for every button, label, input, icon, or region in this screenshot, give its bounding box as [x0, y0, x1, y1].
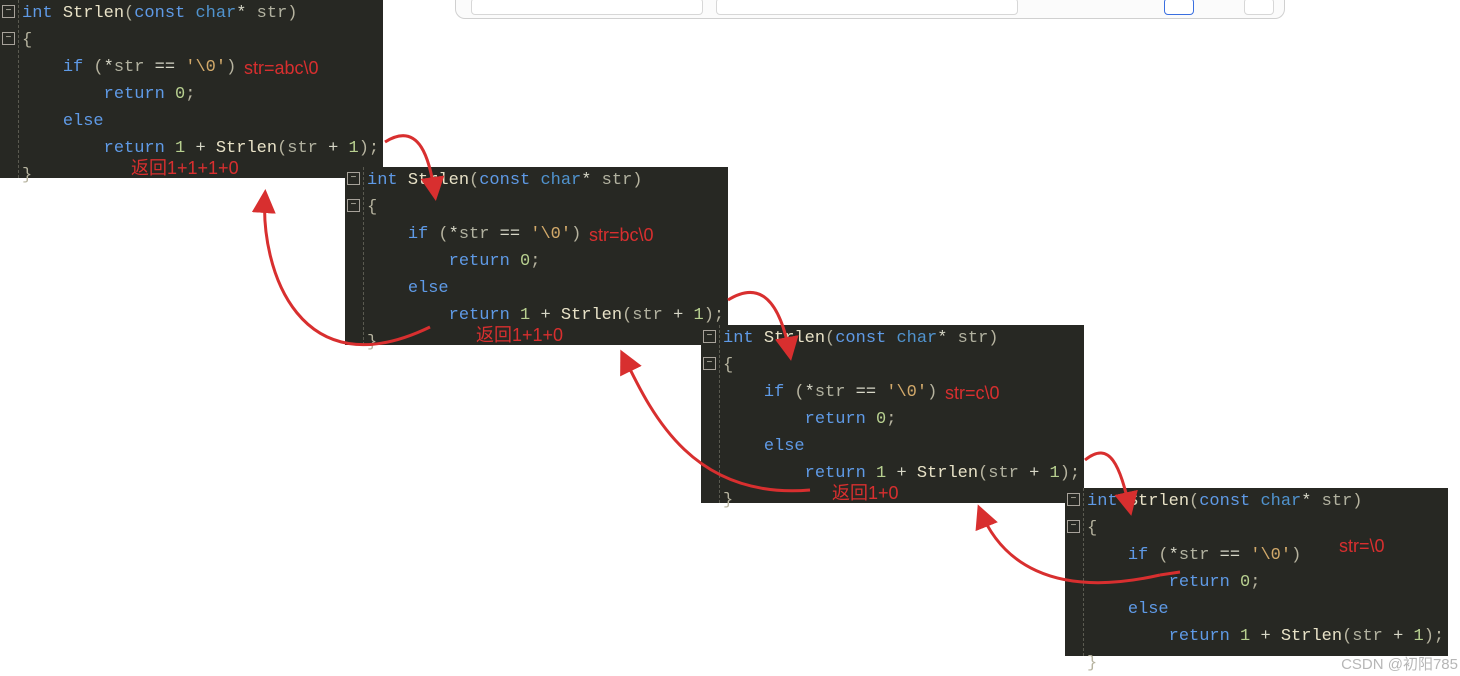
annotation-state: str=abc\0 — [244, 55, 319, 82]
fold-icon[interactable]: − — [2, 32, 15, 45]
toolbar-button[interactable] — [1164, 0, 1194, 15]
fold-icon[interactable]: − — [703, 330, 716, 343]
gutter — [701, 325, 720, 503]
toolbar-button[interactable] — [1244, 0, 1274, 15]
gutter — [345, 167, 364, 345]
annotation-return: 返回1+1+1+0 — [131, 155, 239, 182]
code-panel-1: −−int Strlen(const char* str) { if (*str… — [0, 0, 383, 178]
fold-icon[interactable]: − — [1067, 493, 1080, 506]
code-panel-2: −−int Strlen(const char* str) { if (*str… — [345, 167, 728, 345]
fold-icon[interactable]: − — [347, 172, 360, 185]
fold-icon[interactable]: − — [347, 199, 360, 212]
annotation-state: str=bc\0 — [589, 222, 654, 249]
code-body: int Strlen(const char* str) { if (*str =… — [1065, 488, 1448, 676]
annotation-return: 返回1+1+0 — [476, 322, 563, 349]
annotation-state: str=c\0 — [945, 380, 1000, 407]
annotation-return: 返回1+0 — [832, 480, 899, 507]
toolbar-segment[interactable] — [471, 0, 703, 15]
gutter — [1065, 488, 1084, 656]
fold-icon[interactable]: − — [703, 357, 716, 370]
annotation-state: str=\0 — [1339, 533, 1385, 560]
gutter — [0, 0, 19, 178]
code-panel-3: −−int Strlen(const char* str) { if (*str… — [701, 325, 1084, 503]
toolbar-segment[interactable] — [716, 0, 1018, 15]
fold-icon[interactable]: − — [1067, 520, 1080, 533]
top-toolbar — [455, 0, 1285, 19]
watermark: CSDN @初阳785 — [1341, 653, 1458, 674]
code-panel-4: −−int Strlen(const char* str) { if (*str… — [1065, 488, 1448, 656]
fold-icon[interactable]: − — [2, 5, 15, 18]
